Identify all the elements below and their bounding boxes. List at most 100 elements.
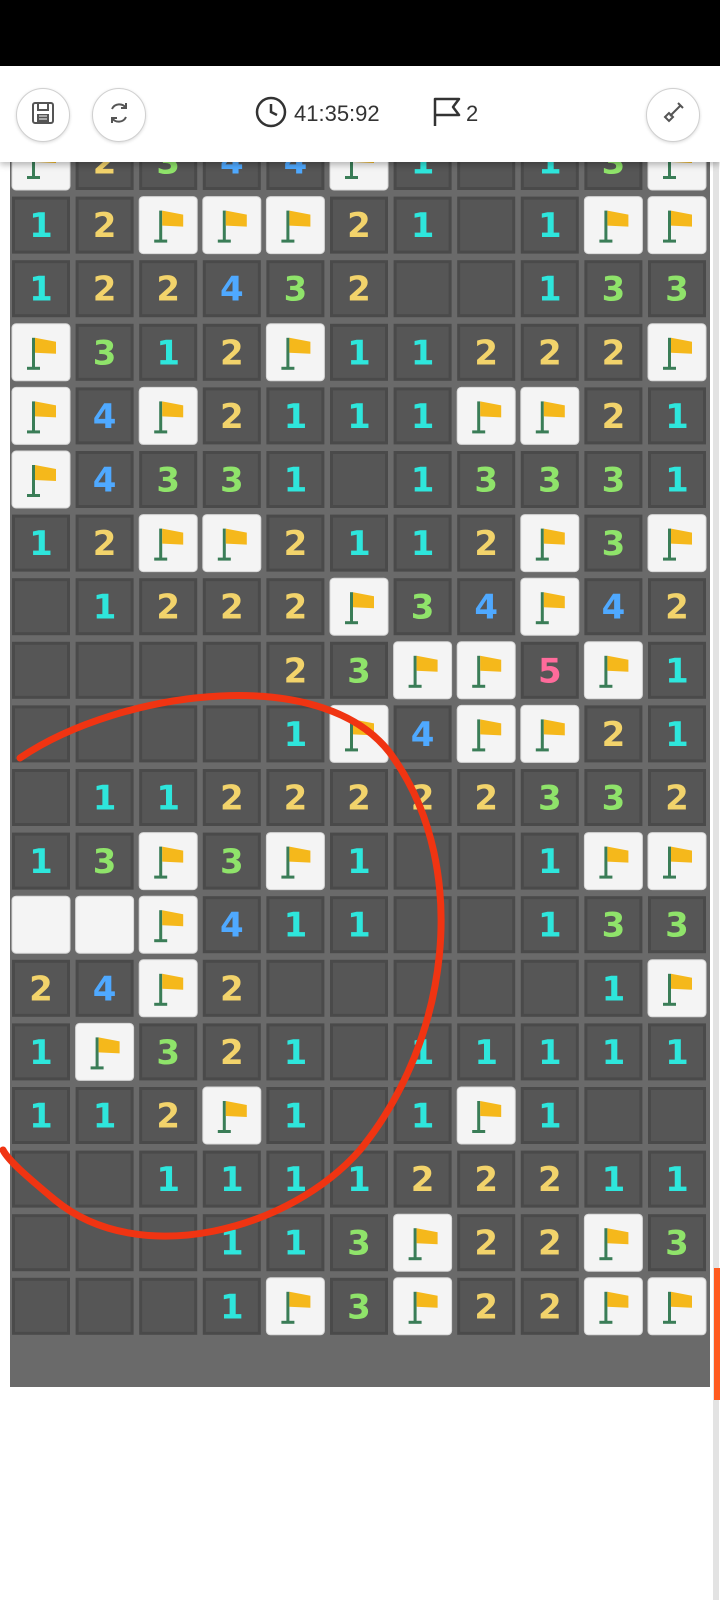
cell[interactable] bbox=[456, 1086, 516, 1145]
cell[interactable]: 1 bbox=[648, 387, 706, 445]
cell[interactable]: 1 bbox=[520, 196, 579, 254]
cell[interactable]: 2 bbox=[520, 1150, 579, 1208]
cell[interactable]: 2 bbox=[393, 769, 452, 826]
cell[interactable] bbox=[457, 196, 516, 254]
cell[interactable]: 4 bbox=[202, 260, 261, 318]
cell[interactable]: 2 bbox=[139, 578, 198, 636]
cell[interactable]: 1 bbox=[648, 705, 706, 763]
cell[interactable] bbox=[330, 959, 388, 1017]
cell[interactable]: 1 bbox=[393, 451, 452, 508]
cell[interactable] bbox=[647, 959, 707, 1018]
cell[interactable] bbox=[456, 386, 516, 445]
cell[interactable]: 1 bbox=[139, 769, 198, 826]
cell[interactable] bbox=[139, 705, 198, 763]
cell[interactable] bbox=[584, 1087, 643, 1144]
cell[interactable] bbox=[202, 514, 262, 573]
cell[interactable] bbox=[75, 1150, 134, 1208]
cell[interactable]: 3 bbox=[330, 641, 388, 699]
cell[interactable]: 2 bbox=[330, 196, 388, 254]
cell[interactable]: 5 bbox=[520, 641, 579, 699]
cell[interactable] bbox=[457, 959, 516, 1017]
cell[interactable] bbox=[12, 1150, 70, 1208]
cell[interactable]: 1 bbox=[393, 514, 452, 572]
cell[interactable] bbox=[393, 959, 452, 1017]
cell[interactable]: 1 bbox=[12, 832, 70, 890]
cell[interactable]: 2 bbox=[457, 1150, 516, 1208]
cell[interactable]: 2 bbox=[584, 387, 643, 445]
cell[interactable] bbox=[583, 1213, 643, 1272]
cell[interactable]: 3 bbox=[202, 451, 261, 508]
cell[interactable]: 2 bbox=[520, 1214, 579, 1272]
cell[interactable] bbox=[138, 196, 198, 255]
cell[interactable] bbox=[266, 959, 325, 1017]
cell[interactable]: 1 bbox=[648, 451, 706, 508]
cell[interactable] bbox=[393, 1277, 453, 1336]
cell[interactable]: 4 bbox=[393, 705, 452, 763]
cell[interactable] bbox=[647, 323, 707, 382]
cell[interactable]: 1 bbox=[12, 260, 70, 318]
cell[interactable]: 3 bbox=[75, 832, 134, 890]
cell[interactable]: 1 bbox=[202, 1214, 261, 1272]
cell[interactable] bbox=[139, 641, 198, 699]
cell[interactable]: 1 bbox=[12, 1087, 70, 1144]
cell[interactable]: 1 bbox=[393, 1023, 452, 1081]
cell[interactable] bbox=[12, 578, 70, 636]
cell[interactable]: 3 bbox=[457, 451, 516, 508]
cell[interactable]: 3 bbox=[202, 832, 261, 890]
cell[interactable]: 1 bbox=[139, 323, 198, 381]
cell[interactable]: 2 bbox=[457, 1214, 516, 1272]
cell[interactable]: 3 bbox=[648, 896, 706, 954]
cell[interactable]: 1 bbox=[584, 959, 643, 1017]
cell[interactable] bbox=[520, 959, 579, 1017]
cell[interactable] bbox=[330, 1023, 388, 1081]
cell[interactable]: 3 bbox=[139, 1023, 198, 1081]
cell[interactable]: 2 bbox=[202, 1023, 261, 1081]
cell[interactable]: 1 bbox=[648, 641, 706, 699]
cell[interactable] bbox=[139, 1277, 198, 1335]
cell[interactable]: 3 bbox=[584, 769, 643, 826]
save-button[interactable] bbox=[16, 88, 70, 142]
cell[interactable] bbox=[330, 451, 388, 508]
shovel-button[interactable] bbox=[646, 88, 700, 142]
cell[interactable]: 3 bbox=[330, 1214, 388, 1272]
cell[interactable]: 4 bbox=[75, 959, 134, 1017]
cell[interactable]: 3 bbox=[393, 578, 452, 636]
cell[interactable]: 1 bbox=[266, 451, 325, 508]
cell[interactable]: 1 bbox=[393, 387, 452, 445]
cell[interactable] bbox=[520, 577, 580, 636]
cell[interactable]: 2 bbox=[520, 323, 579, 381]
cell[interactable] bbox=[265, 832, 325, 891]
cell[interactable] bbox=[138, 514, 198, 573]
cell[interactable]: 2 bbox=[457, 323, 516, 381]
cell[interactable] bbox=[138, 386, 198, 445]
cell[interactable]: 3 bbox=[584, 260, 643, 318]
cell[interactable] bbox=[583, 196, 643, 255]
cell[interactable]: 1 bbox=[520, 832, 579, 890]
cell[interactable] bbox=[11, 323, 71, 382]
cell[interactable] bbox=[456, 704, 516, 763]
cell[interactable] bbox=[330, 1087, 388, 1144]
cell[interactable]: 2 bbox=[202, 959, 261, 1017]
cell[interactable]: 2 bbox=[266, 641, 325, 699]
cell[interactable] bbox=[393, 896, 452, 954]
cell[interactable] bbox=[202, 196, 262, 255]
cell[interactable]: 1 bbox=[330, 896, 388, 954]
cell[interactable] bbox=[456, 641, 516, 700]
cell[interactable]: 1 bbox=[266, 1214, 325, 1272]
cell[interactable] bbox=[202, 641, 261, 699]
cell[interactable]: 2 bbox=[75, 514, 134, 572]
cell[interactable]: 1 bbox=[520, 260, 579, 318]
cell[interactable]: 2 bbox=[584, 705, 643, 763]
cell[interactable]: 3 bbox=[648, 1214, 706, 1272]
cell[interactable]: 4 bbox=[202, 896, 261, 954]
cell[interactable]: 3 bbox=[520, 451, 579, 508]
cell[interactable] bbox=[393, 260, 452, 318]
cell[interactable]: 3 bbox=[520, 769, 579, 826]
cell[interactable]: 2 bbox=[266, 769, 325, 826]
cell[interactable] bbox=[457, 260, 516, 318]
cell[interactable]: 1 bbox=[457, 1023, 516, 1081]
cell[interactable]: 3 bbox=[139, 451, 198, 508]
cell[interactable]: 1 bbox=[266, 896, 325, 954]
cell[interactable] bbox=[75, 1277, 134, 1335]
cell[interactable]: 1 bbox=[75, 578, 134, 636]
